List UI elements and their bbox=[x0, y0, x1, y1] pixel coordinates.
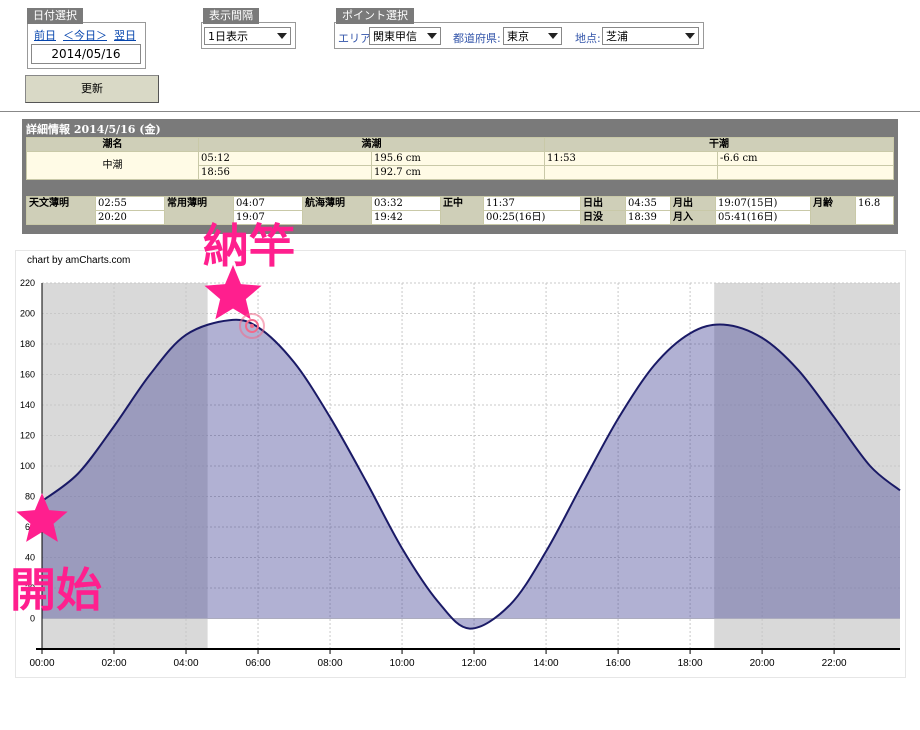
low-tide-level: -6.6 cm bbox=[717, 151, 894, 166]
high-tide-level: 192.7 cm bbox=[371, 165, 545, 180]
date-panel-tab: 日付選択 bbox=[27, 8, 83, 24]
tide-name-header: 潮名 bbox=[26, 137, 199, 152]
next-day-link[interactable]: 翌日 bbox=[114, 27, 136, 43]
nautical-twilight-label: 航海薄明 bbox=[302, 196, 372, 225]
nautical-twilight-end: 19:42 bbox=[371, 210, 441, 225]
area-select[interactable]: 関東甲信 bbox=[369, 27, 441, 45]
date-input[interactable]: 2014/05/16 bbox=[31, 44, 141, 64]
chart-frame bbox=[15, 250, 906, 678]
area-select-value: 関東甲信 bbox=[373, 30, 417, 43]
moonrise-label: 月出 bbox=[670, 196, 716, 211]
sunset-value: 18:39 bbox=[625, 210, 671, 225]
prefecture-label: 都道府県: bbox=[453, 32, 501, 45]
noon-label: 正中 bbox=[440, 196, 484, 225]
spot-select[interactable]: 芝浦 bbox=[602, 27, 699, 45]
prev-day-link[interactable]: 前日 bbox=[34, 27, 56, 43]
spot-select-value: 芝浦 bbox=[606, 30, 628, 43]
moon-age-value: 16.8 bbox=[855, 196, 894, 225]
prefecture-select-value: 東京 bbox=[507, 30, 529, 43]
low-tide-time bbox=[544, 165, 718, 180]
interval-select-value: 1日表示 bbox=[208, 30, 248, 43]
civil-twilight-label: 常用薄明 bbox=[164, 196, 234, 225]
spot-label: 地点: bbox=[575, 32, 601, 45]
details-panel: 詳細情報 2014/5/16 (金) 潮名 満潮 干潮 中潮 05:12 195… bbox=[22, 119, 898, 234]
divider bbox=[0, 111, 920, 112]
high-tide-time: 18:56 bbox=[198, 165, 372, 180]
chevron-down-icon bbox=[277, 33, 287, 39]
interval-select[interactable]: 1日表示 bbox=[204, 27, 291, 45]
moonset-label: 月入 bbox=[670, 210, 716, 225]
high-tide-header: 満潮 bbox=[198, 137, 545, 152]
moon-age-label: 月齢 bbox=[810, 196, 856, 225]
details-title: 詳細情報 2014/5/16 (金) bbox=[26, 123, 161, 136]
high-tide-time: 05:12 bbox=[198, 151, 372, 166]
low-tide-level bbox=[717, 165, 894, 180]
astro-table: 天文薄明 02:55 常用薄明 04:07 航海薄明 03:32 正中 11:3… bbox=[26, 196, 894, 225]
low-tide-time: 11:53 bbox=[544, 151, 718, 166]
tide-table: 潮名 満潮 干潮 中潮 05:12 195.6 cm 11:53 -6.6 cm… bbox=[26, 137, 894, 180]
chevron-down-icon bbox=[685, 33, 695, 39]
chevron-down-icon bbox=[548, 33, 558, 39]
noon-next: 00:25(16日) bbox=[483, 210, 581, 225]
moonrise-value: 19:07(15日) bbox=[715, 196, 811, 211]
nautical-twilight-start: 03:32 bbox=[371, 196, 441, 211]
low-tide-header: 干潮 bbox=[544, 137, 894, 152]
civil-twilight-end: 19:07 bbox=[233, 210, 303, 225]
astro-twilight-end: 20:20 bbox=[95, 210, 165, 225]
prefecture-select[interactable]: 東京 bbox=[503, 27, 562, 45]
high-tide-level: 195.6 cm bbox=[371, 151, 545, 166]
sunset-label: 日没 bbox=[580, 210, 626, 225]
chart-credit[interactable]: chart by amCharts.com bbox=[27, 255, 130, 266]
sunrise-label: 日出 bbox=[580, 196, 626, 211]
interval-panel-tab: 表示間隔 bbox=[203, 8, 259, 24]
update-button[interactable]: 更新 bbox=[25, 75, 159, 103]
astro-twilight-start: 02:55 bbox=[95, 196, 165, 211]
astro-twilight-label: 天文薄明 bbox=[26, 196, 96, 225]
civil-twilight-start: 04:07 bbox=[233, 196, 303, 211]
noon-value: 11:37 bbox=[483, 196, 581, 211]
today-link[interactable]: ＜今日＞ bbox=[63, 27, 107, 43]
tide-name: 中潮 bbox=[26, 151, 199, 180]
sunrise-value: 04:35 bbox=[625, 196, 671, 211]
chevron-down-icon bbox=[427, 33, 437, 39]
point-panel-tab: ポイント選択 bbox=[336, 8, 414, 24]
moonset-value: 05:41(16日) bbox=[715, 210, 811, 225]
